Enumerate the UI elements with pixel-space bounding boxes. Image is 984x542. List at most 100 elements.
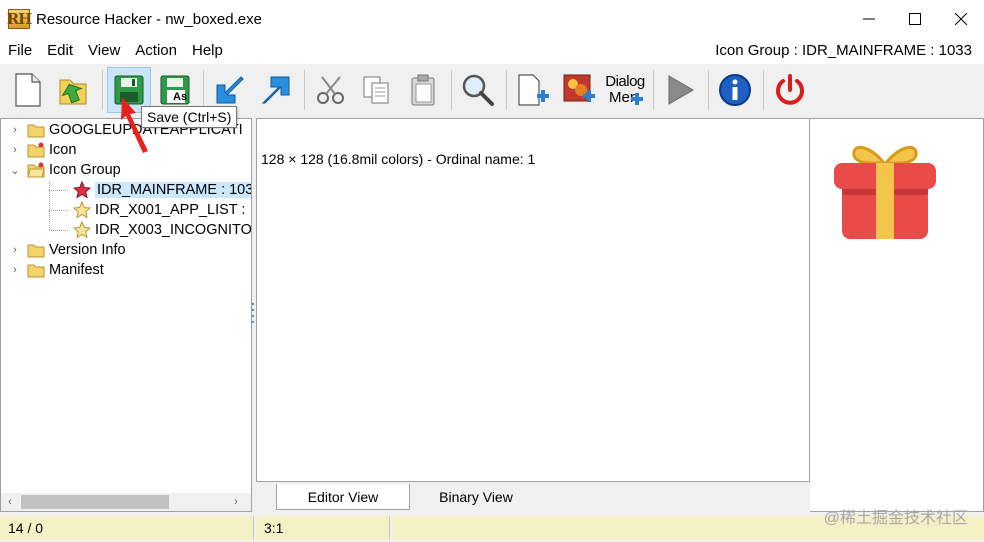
info-icon — [719, 74, 751, 106]
scroll-left-icon[interactable]: ‹ — [1, 493, 19, 511]
scissors-icon — [317, 76, 344, 104]
close-button[interactable] — [938, 0, 984, 38]
paste-button[interactable] — [401, 67, 445, 113]
power-icon — [776, 74, 804, 105]
menu-bar: File Edit View Action Help Icon Group : … — [0, 38, 984, 64]
expand-icon[interactable]: › — [7, 244, 23, 256]
toolbar-separator — [102, 70, 103, 110]
menu-edit[interactable]: Edit — [39, 38, 80, 64]
tree-label: Manifest — [49, 262, 104, 278]
toolbar-separator — [304, 70, 305, 110]
about-button[interactable] — [713, 67, 757, 113]
scrollbar-thumb[interactable] — [21, 495, 169, 509]
splitter-grip-icon[interactable] — [251, 300, 255, 330]
tree-node[interactable]: IDR_X003_INCOGNITO — [73, 220, 252, 240]
window-title: Resource Hacker - nw_boxed.exe — [36, 10, 262, 28]
view-tabs: Editor View Binary View — [256, 482, 810, 512]
exit-button[interactable] — [768, 67, 812, 113]
open-button[interactable] — [52, 67, 96, 113]
folder-icon — [27, 142, 45, 158]
watermark: @稀土掘金技术社区 — [823, 510, 968, 527]
collapse-icon[interactable]: ⌄ — [7, 164, 23, 177]
toolbar-separator — [203, 70, 204, 110]
tree-horizontal-scrollbar[interactable]: ‹ › — [1, 493, 251, 511]
open-folder-icon — [59, 79, 87, 105]
tab-editor-view[interactable]: Editor View — [276, 484, 410, 510]
menu-label: Mer — [605, 90, 645, 106]
tree-node-selected[interactable]: IDR_MAINFRAME : 103 — [73, 180, 251, 200]
tree-connector-lines — [49, 181, 69, 231]
tree-node[interactable]: IDR_X001_APP_LIST : — [73, 200, 245, 220]
preview-pane — [810, 118, 984, 512]
save-as-label: As — [173, 91, 188, 103]
maximize-button[interactable] — [892, 0, 938, 38]
dialog-menu-button[interactable]: Dialog Mer — [603, 67, 647, 113]
red-star-icon — [73, 181, 91, 199]
menu-action[interactable]: Action — [127, 38, 184, 64]
save-tooltip: Save (Ctrl+S) — [141, 106, 238, 128]
tree-node[interactable]: › Icon — [7, 140, 76, 160]
add-blank-icon — [518, 74, 549, 106]
tree-label: IDR_X001_APP_LIST : — [95, 202, 246, 218]
title-bar: RH Resource Hacker - nw_boxed.exe — [0, 0, 984, 38]
add-image-icon — [563, 74, 595, 102]
icon-info-text: 128 × 128 (16.8mil colors) - Ordinal nam… — [261, 151, 536, 167]
red-arrow-annotation-icon — [121, 97, 148, 153]
toolbar-separator — [451, 70, 452, 110]
expand-icon[interactable]: › — [7, 264, 23, 276]
tree-label: Icon Group — [49, 162, 121, 178]
maximize-icon — [909, 13, 921, 25]
play-icon — [668, 75, 694, 105]
arrow-forward-icon — [261, 76, 290, 104]
star-icon — [73, 221, 91, 239]
tree-node[interactable]: › Version Info — [7, 240, 126, 260]
expand-icon[interactable]: › — [7, 124, 23, 136]
new-file-icon — [15, 73, 41, 107]
star-icon — [73, 201, 91, 219]
editor-pane[interactable]: 128 × 128 (16.8mil colors) - Ordinal nam… — [256, 118, 810, 482]
add-blank-resource-button[interactable] — [511, 67, 555, 113]
expand-icon[interactable]: › — [7, 144, 23, 156]
folder-icon — [27, 264, 45, 278]
menu-help[interactable]: Help — [184, 38, 230, 64]
toolbar-separator — [708, 70, 709, 110]
add-image-resource-button[interactable] — [557, 67, 601, 113]
dialog-label: Dialog — [605, 73, 645, 90]
app-logo-icon: RH — [6, 9, 32, 29]
cut-button[interactable] — [309, 67, 353, 113]
find-button[interactable] — [456, 67, 500, 113]
copy-button[interactable] — [355, 67, 399, 113]
paste-clipboard-icon — [411, 74, 435, 106]
resource-status-label: Icon Group : IDR_MAINFRAME : 1033 — [715, 42, 972, 59]
run-script-button[interactable] — [658, 67, 702, 113]
tree-label: IDR_MAINFRAME : 103 — [95, 182, 251, 198]
status-cursor-position: 3:1 — [256, 516, 390, 540]
menu-file[interactable]: File — [0, 38, 39, 64]
magnifier-icon — [462, 74, 494, 106]
tree-label: IDR_X003_INCOGNITO — [95, 222, 252, 238]
tab-binary-view[interactable]: Binary View — [416, 484, 536, 510]
open-folder-icon — [27, 162, 45, 178]
toolbar-separator — [763, 70, 764, 110]
resource-tree[interactable]: › GOOGLEUPDATEAPPLICATI › Icon ⌄ Icon Gr… — [0, 118, 252, 512]
forward-button[interactable] — [254, 67, 298, 113]
scroll-right-icon[interactable]: › — [227, 493, 245, 511]
minimize-button[interactable] — [846, 0, 892, 38]
window-controls — [846, 0, 984, 38]
toolbar-separator — [653, 70, 654, 110]
tree-label: Icon — [49, 142, 77, 158]
arrow-back-icon — [216, 76, 244, 104]
folder-icon — [27, 244, 45, 258]
tree-node[interactable]: ⌄ Icon Group — [7, 160, 121, 180]
tree-label: Version Info — [49, 242, 126, 258]
tree-node[interactable]: › Manifest — [7, 260, 104, 280]
minimize-icon — [863, 18, 875, 20]
gift-box-icon — [834, 146, 936, 239]
toolbar-separator — [506, 70, 507, 110]
new-button[interactable] — [6, 67, 50, 113]
copy-icon — [363, 76, 389, 104]
plus-icon — [631, 93, 643, 105]
folder-icon — [27, 124, 45, 138]
menu-view[interactable]: View — [80, 38, 127, 64]
close-icon — [955, 13, 967, 25]
